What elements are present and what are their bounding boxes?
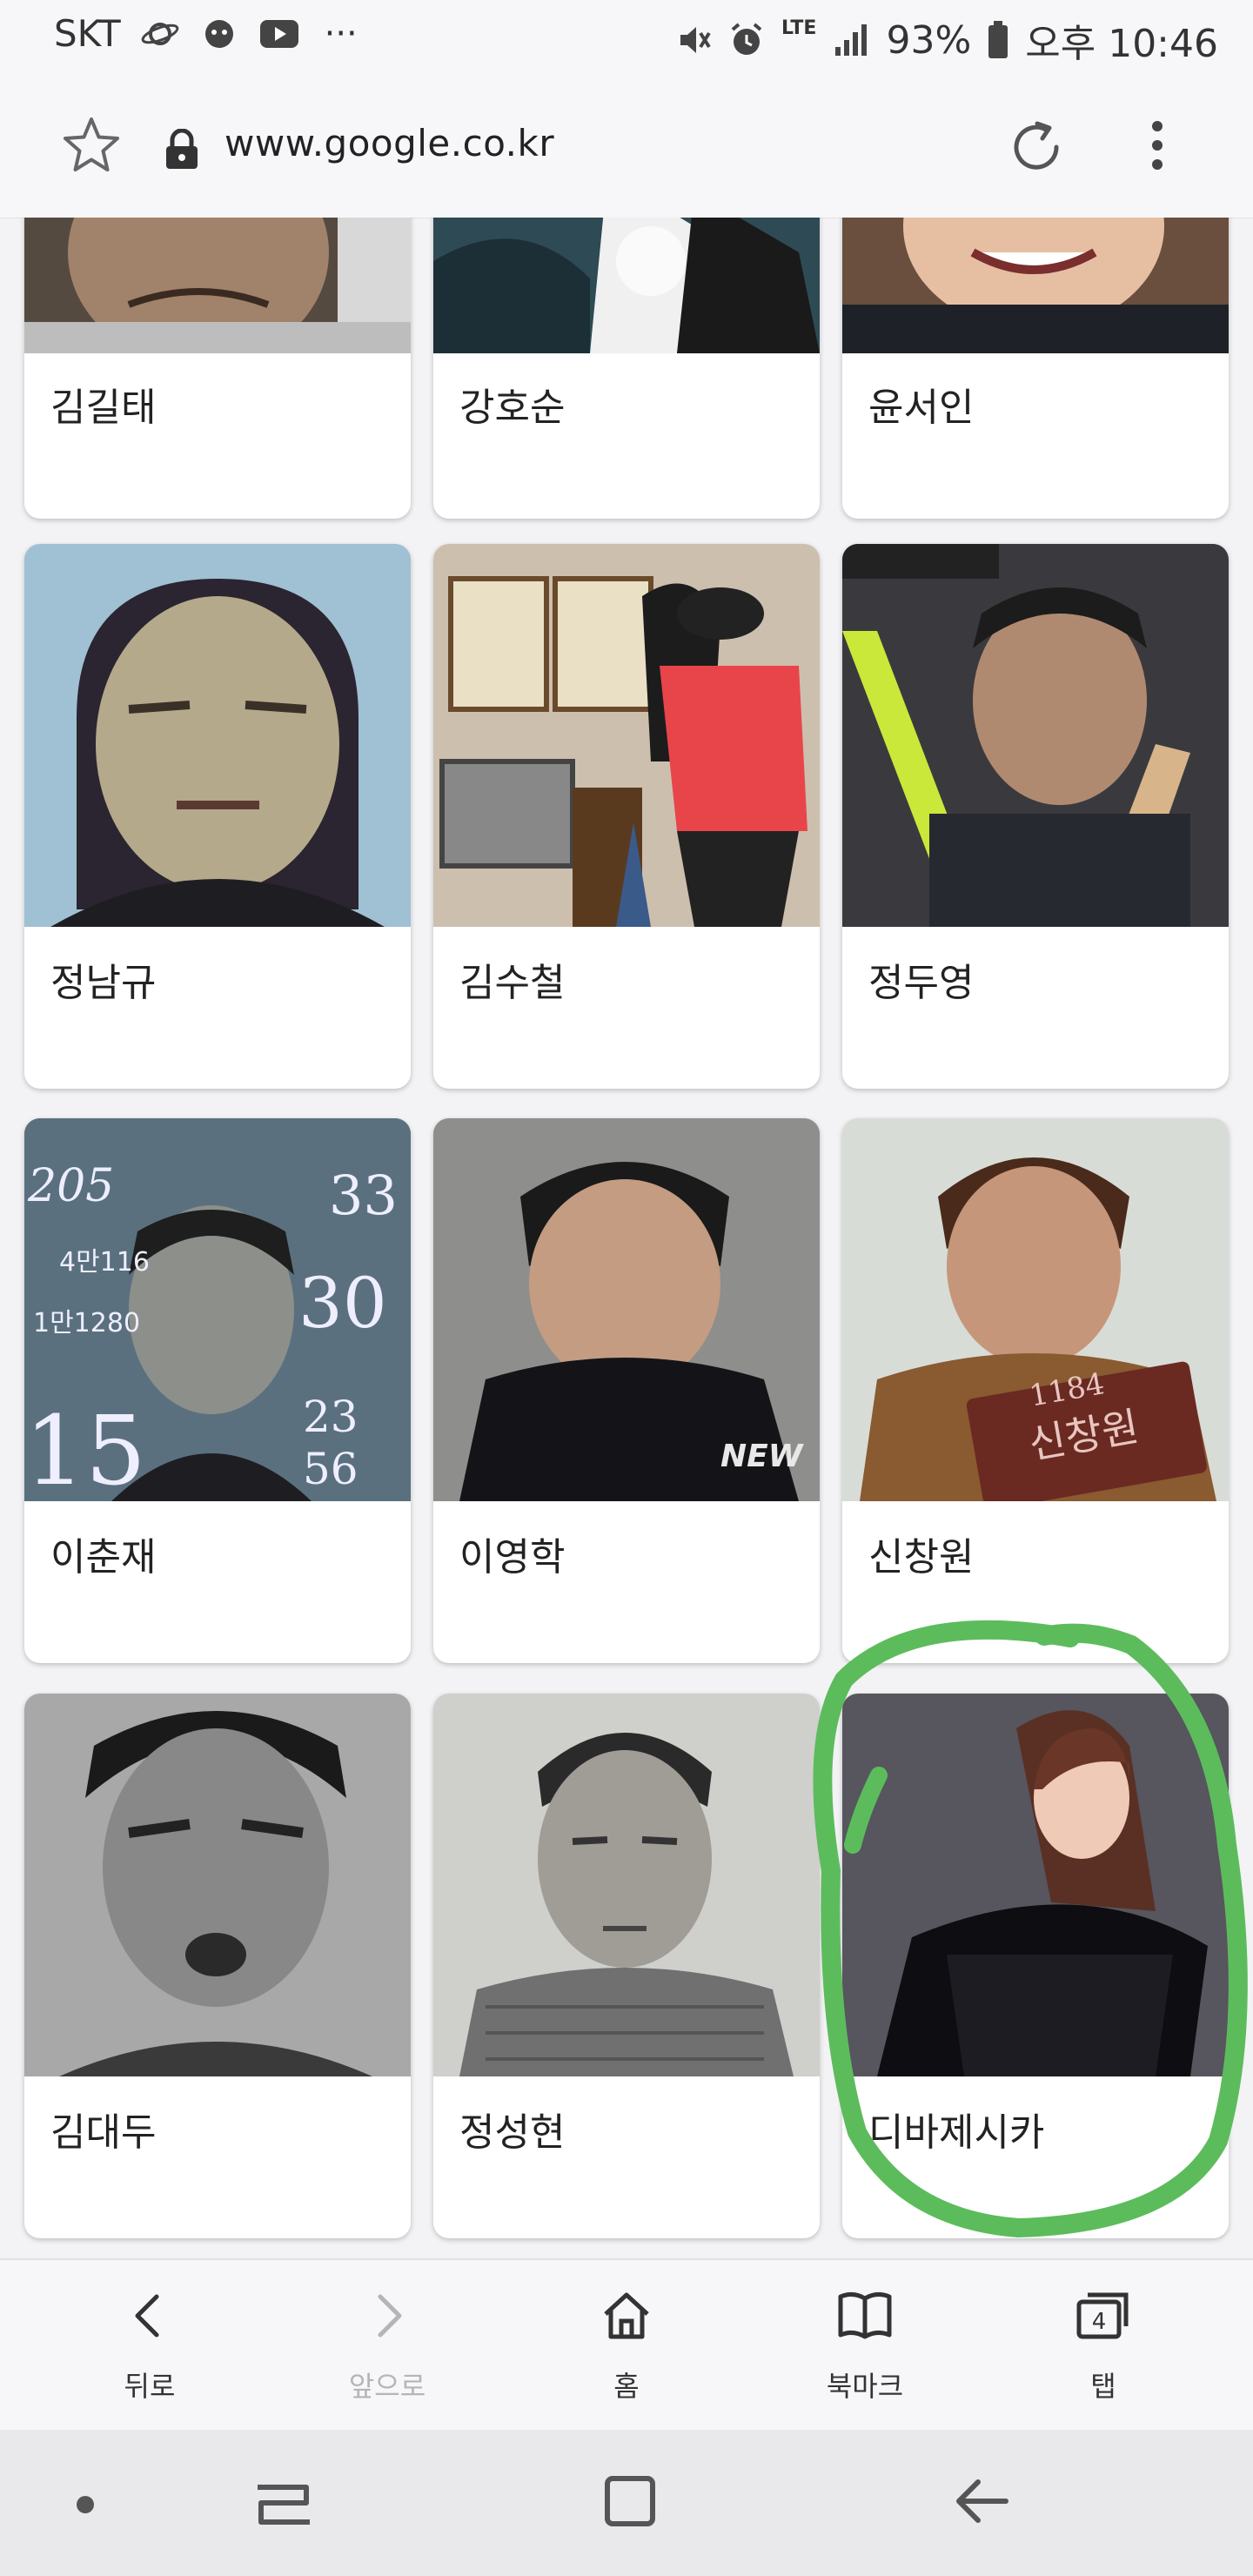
bookmarks-label: 북마크: [826, 2370, 904, 2403]
mute-icon: [680, 27, 711, 53]
poster-number: 33: [329, 1164, 398, 1227]
bookmark-star-icon[interactable]: [61, 115, 122, 176]
result-photo: [24, 218, 411, 353]
home-button[interactable]: 홈: [539, 2260, 714, 2432]
alarm-icon: [731, 23, 762, 55]
result-card[interactable]: 디바제시카: [842, 1694, 1229, 2238]
status-right: LTE 93% 오후 10:46: [673, 12, 1218, 68]
result-photo: 1184 신창원: [842, 1118, 1229, 1501]
reload-icon[interactable]: [1002, 113, 1070, 181]
signal-icon: [835, 24, 868, 56]
back-arrow-icon[interactable]: [952, 2475, 1013, 2527]
carrier-label: SKT: [54, 12, 121, 55]
home-icon: [604, 2292, 649, 2339]
result-card[interactable]: NEW 이영학: [433, 1118, 820, 1663]
result-photo: 205 33 4만116 1만1280 30 15 23 56: [24, 1118, 411, 1501]
tabs-icon: 4: [1076, 2292, 1129, 2339]
result-name: 정성현: [459, 2110, 566, 2155]
overflow-menu-icon[interactable]: [1147, 115, 1168, 176]
result-photo: [433, 218, 820, 353]
result-name: 김수철: [459, 961, 566, 1005]
book-icon: [838, 2291, 892, 2339]
chevron-right-icon: [378, 2294, 402, 2338]
results-grid: 김길태 강호순 윤서인 정남규 김수철 정두영 205 33 4만116 1만1280: [0, 218, 1253, 2258]
result-name: 김대두: [50, 2110, 157, 2155]
back-label: 뒤로: [124, 2370, 176, 2403]
tab-count: 4: [1092, 2309, 1107, 2335]
home-label: 홈: [613, 2370, 640, 2403]
result-name: 김길태: [50, 386, 157, 430]
result-name: 신창원: [868, 1535, 975, 1580]
status-bar: SKT ··· LTE 93% 오후 10:46: [0, 0, 1253, 78]
tabs-label: 탭: [1090, 2370, 1116, 2403]
clock: 오후 10:46: [1025, 22, 1218, 66]
result-photo: [24, 544, 411, 927]
back-button[interactable]: 뒤로: [63, 2260, 237, 2432]
result-photo: [24, 1694, 411, 2076]
result-name: 정남규: [50, 961, 157, 1005]
more-notifications-icon: ···: [324, 13, 358, 54]
result-card[interactable]: 강호순: [433, 218, 820, 519]
poster-number: 205: [27, 1160, 114, 1212]
result-name: 정두영: [868, 961, 975, 1005]
poster-number: 15: [24, 1395, 146, 1501]
result-card[interactable]: 김수철: [433, 544, 820, 1089]
system-nav-bar: [0, 2430, 1253, 2576]
forward-label: 앞으로: [348, 2370, 426, 2403]
dot-icon: [77, 2496, 94, 2513]
poster-number: 30: [298, 1263, 387, 1344]
result-card[interactable]: 윤서인: [842, 218, 1229, 519]
youtube-icon: [259, 19, 298, 48]
poster-number: 4만116: [59, 1247, 150, 1278]
poster-number: 56: [303, 1444, 358, 1494]
browser-bottom-nav: 뒤로 앞으로 홈 북마크 4 탭: [0, 2258, 1253, 2432]
forward-button[interactable]: 앞으로: [300, 2260, 474, 2432]
result-card[interactable]: 김길태: [24, 218, 411, 519]
result-card[interactable]: 정성현: [433, 1694, 820, 2238]
bixby-icon: [204, 19, 233, 48]
status-left: SKT ···: [54, 12, 358, 55]
battery-percent: 93%: [886, 17, 972, 63]
home-square-icon[interactable]: [602, 2473, 658, 2529]
result-card[interactable]: 205 33 4만116 1만1280 30 15 23 56 이춘재: [24, 1118, 411, 1663]
saturn-icon: [141, 22, 178, 45]
shirt-text: NEW: [720, 1439, 805, 1474]
url-field[interactable]: www.google.co.kr: [224, 122, 554, 164]
lock-icon: [166, 129, 198, 169]
tabs-button[interactable]: 4 탭: [1016, 2260, 1190, 2432]
result-card[interactable]: 김대두: [24, 1694, 411, 2238]
battery-icon: [988, 21, 1008, 58]
result-name: 디바제시카: [868, 2110, 1045, 2155]
result-name: 이영학: [459, 1535, 566, 1580]
result-photo: [842, 1694, 1229, 2076]
poster-number: 1만1280: [33, 1308, 140, 1338]
result-name: 이춘재: [50, 1535, 157, 1580]
result-name: 윤서인: [868, 386, 975, 430]
chevron-left-icon: [135, 2294, 159, 2338]
result-photo: [433, 544, 820, 927]
result-photo: NEW: [433, 1118, 820, 1501]
recent-apps-icon[interactable]: [252, 2479, 313, 2531]
result-card[interactable]: 정남규: [24, 544, 411, 1089]
poster-number: 23: [303, 1392, 358, 1442]
result-photo: [433, 1694, 820, 2076]
result-name: 강호순: [459, 386, 566, 430]
result-photo: [842, 544, 1229, 927]
network-type-label: LTE: [781, 17, 817, 39]
browser-toolbar: www.google.co.kr: [0, 78, 1253, 218]
result-card[interactable]: 정두영: [842, 544, 1229, 1089]
result-card[interactable]: 1184 신창원 신창원: [842, 1118, 1229, 1663]
result-photo: [842, 218, 1229, 353]
bookmarks-button[interactable]: 북마크: [778, 2260, 952, 2432]
